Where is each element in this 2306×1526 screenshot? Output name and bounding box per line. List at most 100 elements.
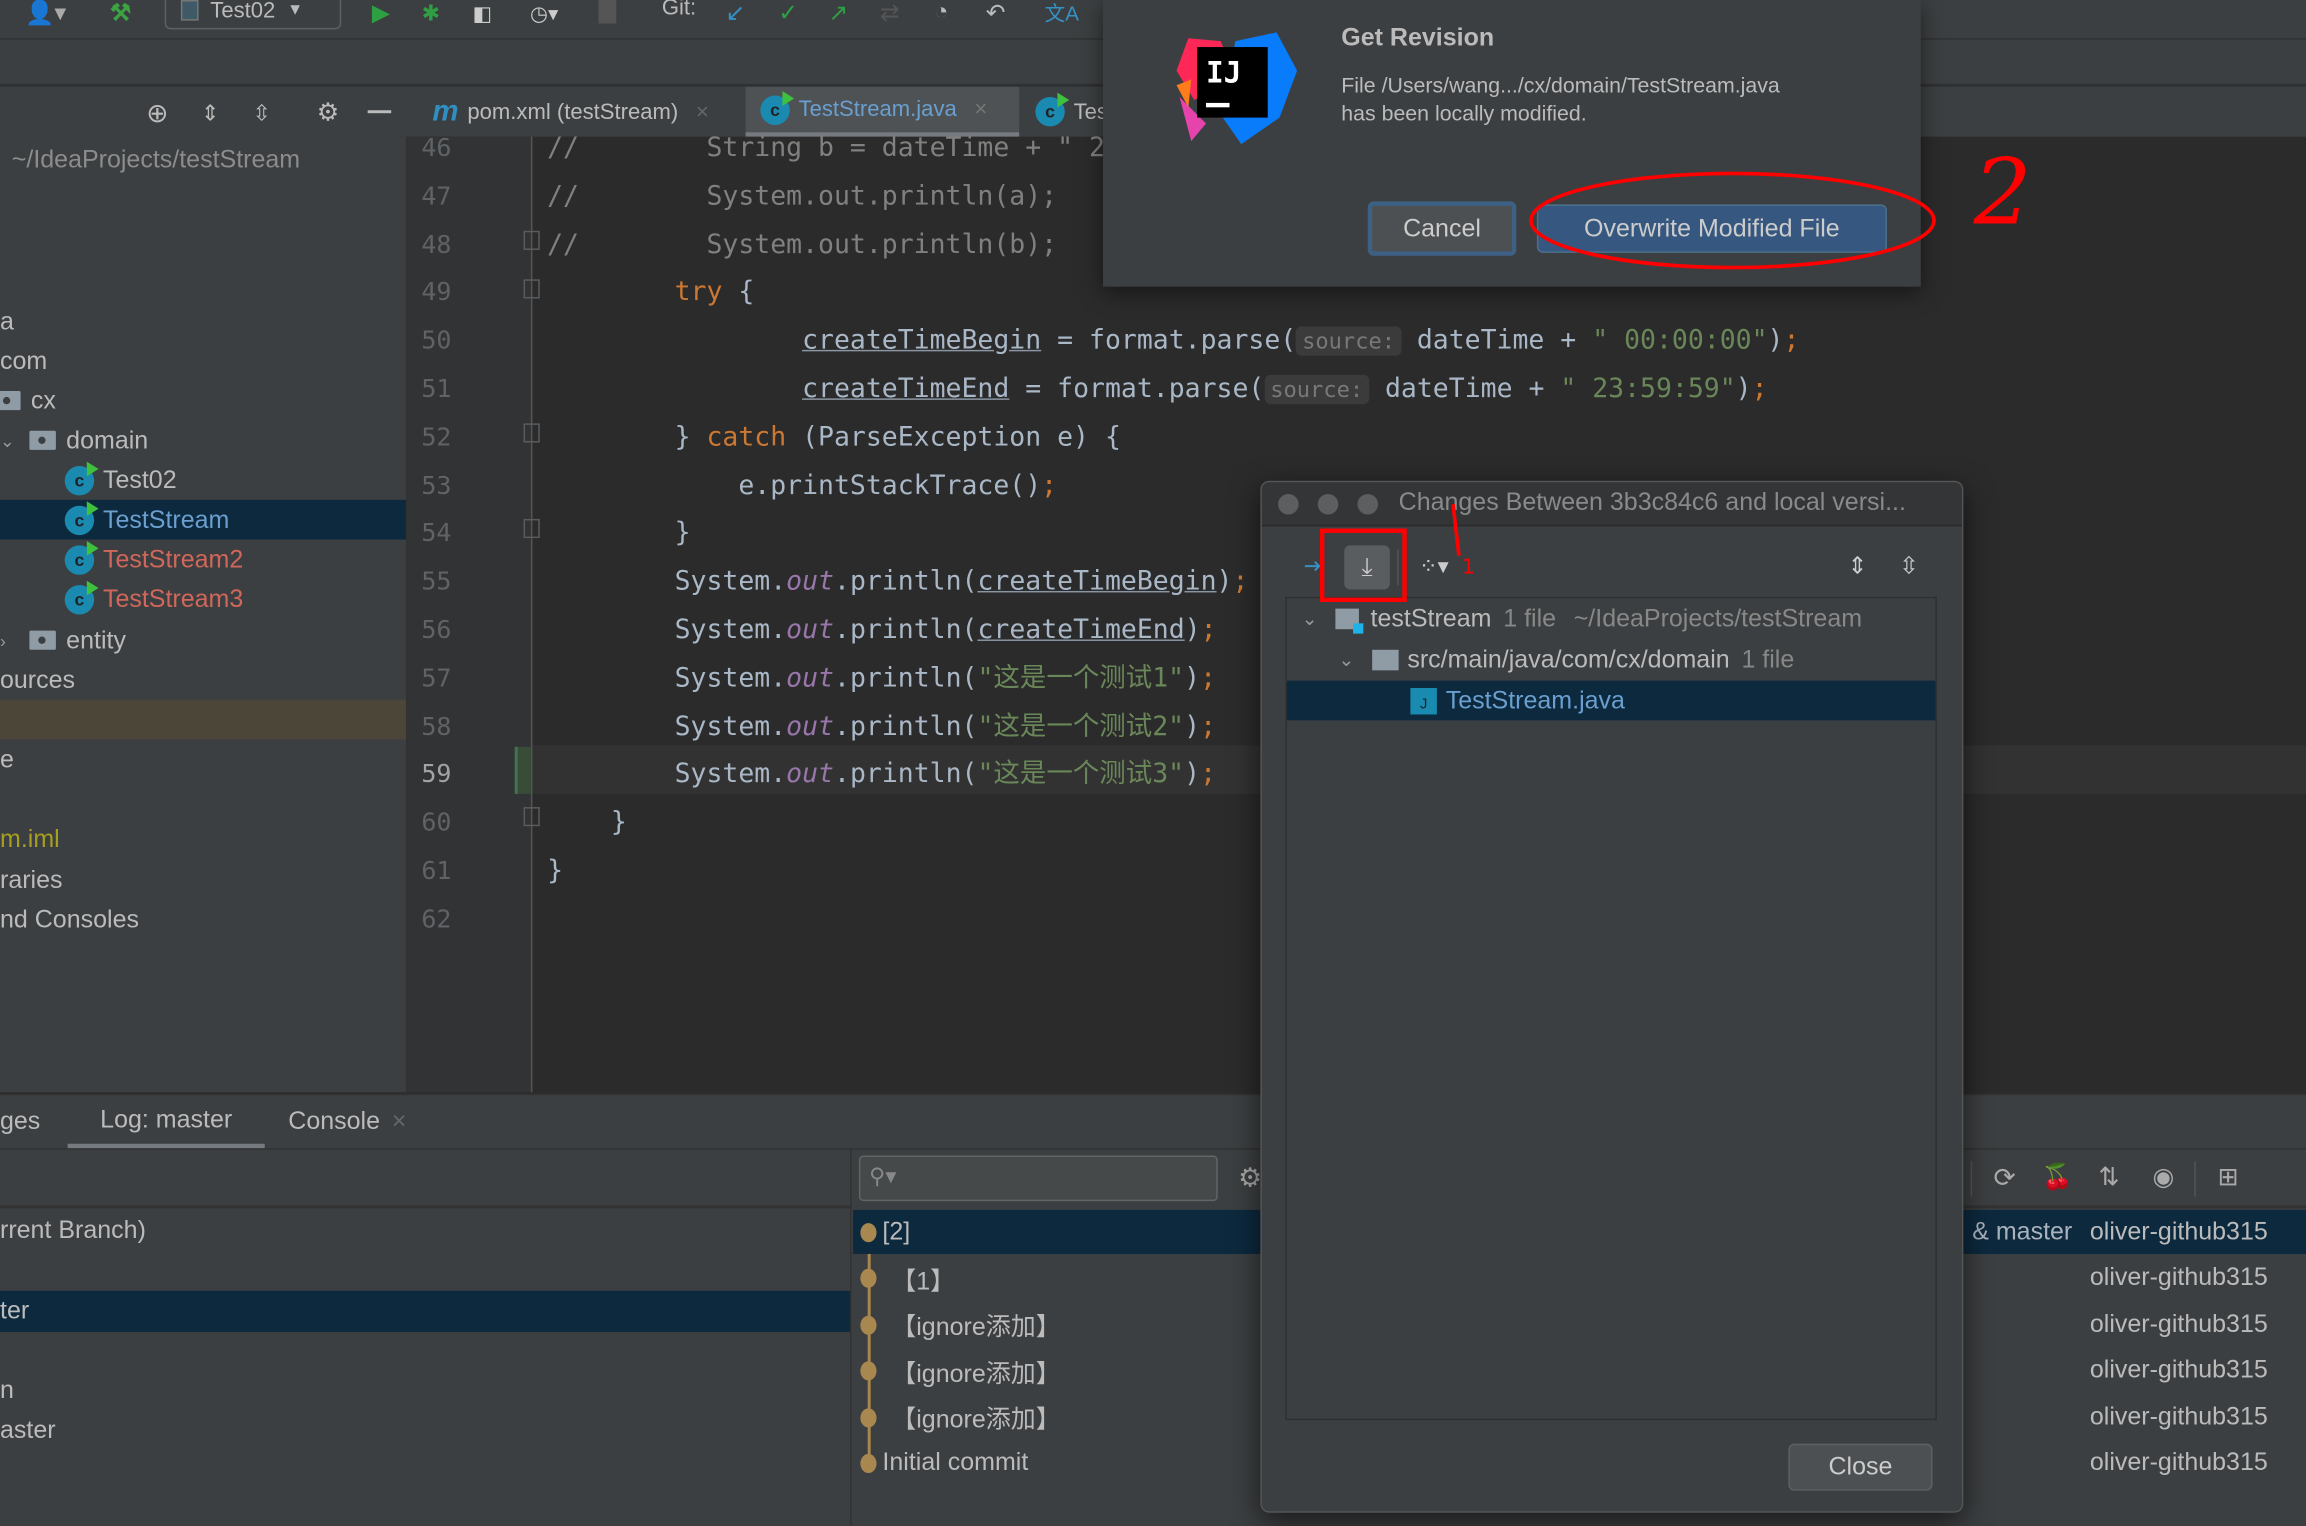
- close-icon[interactable]: ×: [696, 99, 709, 124]
- fold-marker-icon[interactable]: [523, 279, 540, 299]
- run-icon[interactable]: ▶: [368, 0, 394, 26]
- code-line[interactable]: System.out.println("这是一个测试3");: [547, 750, 1216, 799]
- code-token: ): [1184, 662, 1201, 694]
- project-tree-item[interactable]: ⌄ domain: [0, 420, 406, 460]
- code-line[interactable]: // System.out.println(b);: [547, 220, 1057, 269]
- dialog-title-bar: Changes Between 3b3c84c6 and local versi…: [1261, 482, 1962, 527]
- rollback-icon[interactable]: ↶: [981, 0, 1010, 26]
- cancel-button[interactable]: Cancel: [1367, 201, 1517, 256]
- folder-icon: [29, 630, 56, 650]
- code-line[interactable]: System.out.println("这是一个测试2");: [547, 702, 1216, 751]
- eye-icon[interactable]: ◉: [2146, 1161, 2181, 1193]
- project-tree-item[interactable]: [0, 779, 406, 819]
- project-tree-item[interactable]: m.iml: [0, 819, 406, 859]
- tab-console[interactable]: Console ×: [288, 1095, 406, 1148]
- code-line[interactable]: createTimeEnd = format.parse(source: dat…: [547, 365, 1767, 414]
- stop-icon[interactable]: [598, 0, 617, 24]
- project-tree-item[interactable]: ources: [0, 660, 406, 700]
- refresh-icon[interactable]: ⟳: [1988, 1161, 2020, 1193]
- project-tree-item[interactable]: raries: [0, 860, 406, 900]
- locate-icon[interactable]: ⊕: [141, 97, 173, 129]
- close-button[interactable]: Close: [1788, 1443, 1933, 1491]
- tab-log-master[interactable]: Log: master: [67, 1095, 265, 1149]
- history-icon[interactable]: ◔: [927, 0, 956, 26]
- expand-all-icon[interactable]: ⇕: [1841, 550, 1873, 582]
- expand-all-icon[interactable]: ⇕: [194, 97, 226, 129]
- project-tree-item[interactable]: e: [0, 739, 406, 779]
- code-line[interactable]: System.out.println(createTimeBegin);: [547, 557, 1249, 606]
- tree-node-package[interactable]: ⌄ src/main/java/com/cx/domain 1 file: [1287, 639, 1936, 679]
- tree-node-project[interactable]: ⌄ testStream 1 file ~/IdeaProjects/testS…: [1287, 598, 1936, 638]
- project-tree-item[interactable]: cx: [0, 381, 406, 421]
- fold-marker-icon[interactable]: [523, 518, 540, 539]
- code-line[interactable]: try {: [547, 268, 755, 317]
- sort-icon[interactable]: ⇅: [2093, 1161, 2125, 1193]
- fold-marker-icon[interactable]: [523, 423, 540, 443]
- coverage-icon[interactable]: ◧: [468, 0, 497, 26]
- maximize-window-button[interactable]: [1357, 493, 1379, 515]
- code-token: (ParseException e) {: [786, 421, 1121, 453]
- branch-label: n: [0, 1376, 14, 1404]
- code-line[interactable]: } catch (ParseException e) {: [547, 413, 1121, 462]
- changes-tree[interactable]: ⌄ testStream 1 file ~/IdeaProjects/testS…: [1285, 596, 1937, 1421]
- debug-icon[interactable]: ✱: [418, 0, 444, 26]
- git-commit-icon[interactable]: ✓: [774, 0, 803, 26]
- git-compare-icon[interactable]: ⇄: [875, 0, 904, 26]
- profile-icon[interactable]: ◷▾: [515, 0, 574, 26]
- fold-marker-icon[interactable]: [523, 807, 540, 827]
- code-line[interactable]: }: [547, 847, 563, 896]
- minimize-window-button[interactable]: [1317, 493, 1339, 515]
- get-revision-download-icon[interactable]: ⤓: [1344, 545, 1390, 590]
- collapse-all-icon[interactable]: ⇳: [1893, 550, 1925, 582]
- project-tree-item[interactable]: nd Consoles: [0, 900, 406, 940]
- chevron-down-icon[interactable]: ⌄: [0, 430, 15, 451]
- code-line[interactable]: // String b = dateTime + " 2: [547, 123, 1105, 172]
- project-tree-item[interactable]: c TestStream3: [0, 579, 406, 619]
- change-marker[interactable]: [514, 746, 531, 794]
- code-line[interactable]: e.printStackTrace();: [547, 461, 1057, 510]
- branch-item[interactable]: n: [0, 1370, 850, 1411]
- new-tab-icon[interactable]: ⊞: [2210, 1161, 2245, 1193]
- project-tree-item[interactable]: [0, 699, 406, 740]
- chevron-right-icon[interactable]: ›: [0, 630, 6, 651]
- close-icon[interactable]: ×: [392, 1107, 407, 1136]
- code-line[interactable]: createTimeBegin = format.parse(source: d…: [547, 316, 1799, 365]
- collapse-all-icon[interactable]: ⇳: [246, 97, 278, 129]
- project-tree-item[interactable]: a: [0, 301, 406, 341]
- project-tree-item[interactable]: › entity: [0, 620, 406, 660]
- overwrite-modified-file-button[interactable]: Overwrite Modified File: [1536, 204, 1887, 253]
- cherry-pick-icon[interactable]: 🍒: [2041, 1161, 2073, 1193]
- project-tree-item[interactable]: c Test02: [0, 460, 406, 500]
- group-by-icon[interactable]: ⁘▾: [1418, 550, 1450, 582]
- code-line[interactable]: // System.out.println(a);: [547, 172, 1057, 221]
- code-line[interactable]: System.out.println("这是一个测试1");: [547, 654, 1216, 703]
- show-diff-icon[interactable]: ⇥: [1297, 550, 1329, 582]
- close-icon[interactable]: ×: [974, 97, 987, 122]
- branch-item[interactable]: rrent Branch): [0, 1210, 850, 1251]
- build-hammer-icon[interactable]: ⚒: [103, 0, 138, 26]
- code-token: try: [674, 276, 723, 308]
- tab-changes[interactable]: ges: [0, 1095, 40, 1148]
- git-push-icon[interactable]: ↗: [824, 0, 853, 26]
- user-icon[interactable]: 👤▾: [24, 0, 68, 26]
- line-number: 50: [421, 326, 452, 357]
- fold-marker-icon[interactable]: [523, 230, 540, 250]
- project-tree-item[interactable]: com: [0, 341, 406, 381]
- gear-icon[interactable]: ⚙: [312, 97, 344, 129]
- code-line[interactable]: }: [547, 509, 691, 558]
- line-number: 51: [421, 374, 452, 405]
- tree-node-file[interactable]: J TestStream.java: [1286, 680, 1936, 721]
- project-tree-item[interactable]: c TestStream: [0, 499, 406, 540]
- hide-icon[interactable]: [367, 110, 392, 114]
- close-window-button[interactable]: [1278, 493, 1299, 515]
- code-line[interactable]: System.out.println(createTimeEnd);: [547, 606, 1217, 655]
- branch-item[interactable]: ter: [0, 1290, 851, 1332]
- git-update-icon[interactable]: ↙: [721, 0, 750, 26]
- divider: [0, 1205, 851, 1209]
- branch-item[interactable]: aster: [0, 1410, 850, 1451]
- project-tree-item[interactable]: c TestStream2: [0, 540, 406, 580]
- log-search-input[interactable]: ⚲▾: [858, 1155, 1218, 1202]
- run-config-select[interactable]: Test02 ▼: [164, 0, 342, 30]
- translate-icon[interactable]: 文A: [1044, 0, 1079, 26]
- code-line[interactable]: }: [547, 799, 627, 848]
